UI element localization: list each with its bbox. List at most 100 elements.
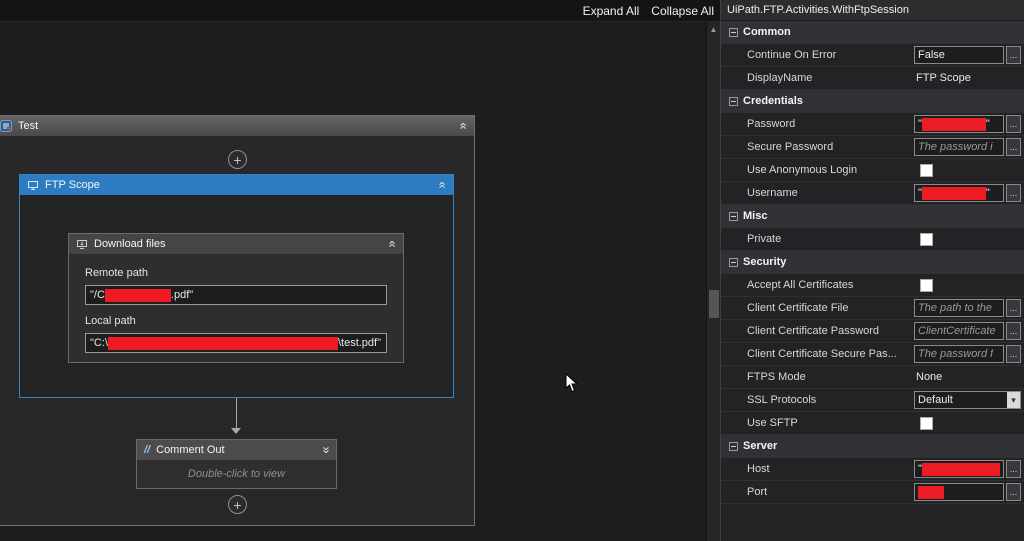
comment-out-icon: //	[144, 444, 151, 456]
ellipsis-button[interactable]: ...	[1006, 138, 1021, 156]
property-value: Default	[914, 389, 1021, 411]
canvas-vertical-scrollbar[interactable]	[706, 22, 720, 541]
value-textbox[interactable]: ClientCertificate	[914, 322, 1004, 340]
expand-chevron-icon[interactable]	[322, 445, 329, 455]
property-row-private: Private	[721, 228, 1024, 251]
scrollbar-thumb[interactable]	[709, 290, 719, 318]
section-label: Credentials	[743, 95, 803, 107]
section-header-common[interactable]: Common	[721, 21, 1024, 44]
ftp-scope-header[interactable]: FTP Scope	[20, 175, 453, 195]
activity-ftp-scope[interactable]: FTP Scope Download files Remote path	[19, 174, 454, 398]
checkbox[interactable]	[920, 232, 933, 246]
section-header-credentials[interactable]: Credentials	[721, 90, 1024, 113]
collapse-section-icon[interactable]	[729, 441, 738, 451]
collapse-all-button[interactable]: Collapse All	[651, 4, 714, 18]
property-row-password: Password " "...	[721, 113, 1024, 136]
redacted-value	[918, 485, 944, 499]
quote-mark: "	[985, 187, 990, 199]
placeholder-text: The password f	[918, 348, 994, 360]
ellipsis-button[interactable]: ...	[1006, 345, 1021, 363]
value-textbox[interactable]: False	[914, 46, 1004, 64]
collapse-chevron-icon[interactable]	[460, 121, 467, 131]
value-textbox[interactable]: The password f	[914, 345, 1004, 363]
ssl-protocols-dropdown[interactable]: Default	[914, 391, 1021, 409]
value-text: FTP Scope	[916, 72, 971, 84]
collapse-chevron-icon[interactable]	[389, 239, 396, 249]
expand-all-button[interactable]: Expand All	[583, 4, 640, 18]
remote-path-redaction	[104, 288, 171, 302]
section-header-misc[interactable]: Misc	[721, 205, 1024, 228]
add-activity-button-top[interactable]	[228, 150, 247, 169]
value-textbox[interactable]	[914, 483, 1004, 501]
sequence-test[interactable]: Test FTP Scope Do	[0, 115, 475, 526]
value-textbox[interactable]: " "	[914, 115, 1004, 133]
property-row-secure-password: Secure Password The password i...	[721, 136, 1024, 159]
remote-path-text-suffix: .pdf"	[170, 289, 194, 301]
remote-path-input[interactable]: "/C .pdf"	[85, 285, 387, 305]
dropdown-selected: Default	[918, 394, 953, 406]
download-files-header[interactable]: Download files	[69, 234, 403, 254]
placeholder-text: The password i	[918, 141, 993, 153]
property-row-client-certificate-secure-pas: Client Certificate Secure Pas... The pass…	[721, 343, 1024, 366]
activity-download-files[interactable]: Download files Remote path "/C .pdf" Loc…	[68, 233, 404, 363]
ellipsis-button[interactable]: ...	[1006, 322, 1021, 340]
collapse-section-icon[interactable]	[729, 257, 738, 267]
download-files-title: Download files	[94, 238, 166, 250]
property-value: The path to the...	[914, 297, 1021, 319]
property-value	[914, 159, 1021, 181]
property-value: ...	[914, 481, 1021, 503]
sequence-test-header[interactable]: Test	[0, 116, 474, 136]
add-activity-button-bottom[interactable]	[228, 495, 247, 514]
ellipsis-button[interactable]: ...	[1006, 46, 1021, 64]
mouse-cursor	[565, 373, 579, 393]
local-path-text-suffix: \test.pdf"	[337, 337, 382, 349]
designer-toolbar: Expand All Collapse All	[0, 0, 720, 22]
checkbox[interactable]	[920, 278, 933, 292]
collapse-section-icon[interactable]	[729, 27, 738, 37]
local-path-input[interactable]: "C:\ \test.pdf"	[85, 333, 387, 353]
value-textbox[interactable]: " "	[914, 184, 1004, 202]
section-label: Misc	[743, 210, 768, 222]
value-textbox[interactable]: The password i	[914, 138, 1004, 156]
section-header-server[interactable]: Server	[721, 435, 1024, 458]
collapse-section-icon[interactable]	[729, 96, 738, 106]
section-header-security[interactable]: Security	[721, 251, 1024, 274]
property-row-displayname: DisplayName FTP Scope	[721, 67, 1024, 90]
local-path-label: Local path	[85, 315, 136, 327]
download-files-body: Remote path "/C .pdf" Local path "C:\ \t…	[69, 254, 403, 353]
property-value	[914, 412, 1021, 434]
redacted-value	[921, 186, 986, 200]
collapse-chevron-icon[interactable]	[439, 180, 446, 190]
property-row-continue-on-error: Continue On Error False...	[721, 44, 1024, 67]
ellipsis-button[interactable]: ...	[1006, 115, 1021, 133]
ellipsis-button[interactable]: ...	[1006, 184, 1021, 202]
download-files-icon	[77, 239, 87, 249]
scroll-up-icon[interactable]	[707, 25, 720, 34]
comment-out-title: Comment Out	[156, 444, 225, 456]
value-textbox[interactable]: "	[914, 460, 1004, 478]
local-path-text-prefix: "C:\	[90, 337, 108, 349]
property-row-host: Host "...	[721, 458, 1024, 481]
checkbox[interactable]	[920, 163, 933, 177]
property-value: The password f...	[914, 343, 1021, 365]
ftp-scope-icon	[28, 180, 38, 190]
workflow-canvas[interactable]: Test FTP Scope Do	[0, 22, 706, 541]
checkbox[interactable]	[920, 416, 933, 430]
property-value: " "...	[914, 113, 1021, 135]
sequence-icon	[0, 120, 12, 132]
comment-out-header[interactable]: // Comment Out	[137, 440, 336, 460]
ellipsis-button[interactable]: ...	[1006, 299, 1021, 317]
property-row-accept-all-certificates: Accept All Certificates	[721, 274, 1024, 297]
placeholder-text: The path to the	[918, 302, 992, 314]
comment-out-body[interactable]: Double-click to view	[137, 460, 336, 488]
property-value: " "...	[914, 182, 1021, 204]
property-row-client-certificate-file: Client Certificate File The path to the..…	[721, 297, 1024, 320]
ellipsis-button[interactable]: ...	[1006, 483, 1021, 501]
chevron-down-icon[interactable]	[1007, 392, 1020, 408]
collapse-section-icon[interactable]	[729, 211, 738, 221]
ellipsis-button[interactable]: ...	[1006, 460, 1021, 478]
section-label: Common	[743, 26, 791, 38]
activity-comment-out[interactable]: // Comment Out Double-click to view	[136, 439, 337, 489]
value-textbox[interactable]: The path to the	[914, 299, 1004, 317]
redacted-value	[921, 117, 986, 131]
